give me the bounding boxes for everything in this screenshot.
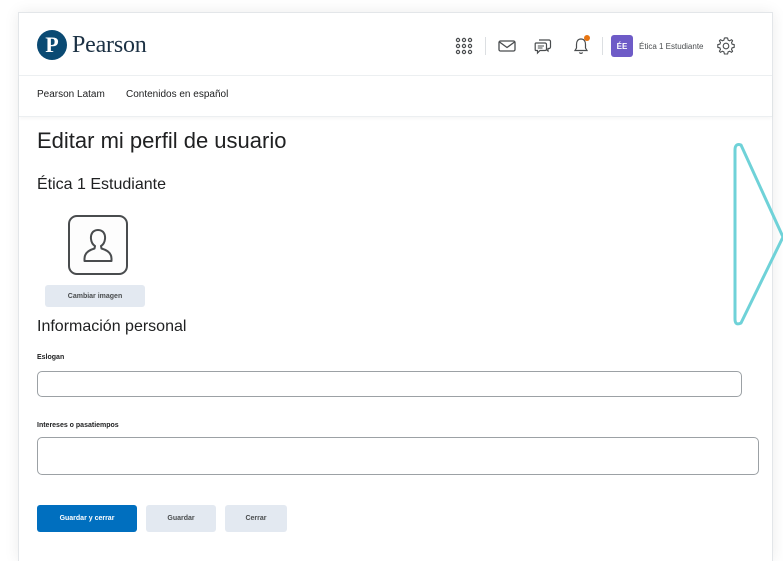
nav-item-contenidos[interactable]: Contenidos en español: [126, 89, 228, 100]
user-heading: Ética 1 Estudiante: [37, 176, 166, 193]
mail-icon[interactable]: [494, 33, 520, 59]
app-window: P Pearson ÉE Ética 1 Estudiante Pearson …: [18, 12, 773, 561]
page-title: Editar mi perfil de usuario: [37, 128, 287, 153]
apps-grid-icon[interactable]: [451, 33, 477, 59]
interests-label: Intereses o pasatiempos: [37, 422, 119, 429]
nav-item-pearson-latam[interactable]: Pearson Latam: [37, 89, 105, 100]
top-icons: ÉE Ética 1 Estudiante: [451, 33, 739, 59]
top-bar: P Pearson ÉE Ética 1 Estudiante: [19, 13, 772, 76]
user-avatar[interactable]: ÉE: [611, 35, 633, 57]
save-and-close-button[interactable]: Guardar y cerrar: [37, 505, 137, 532]
section-title-personal-info: Información personal: [37, 318, 187, 335]
slogan-label: Eslogan: [37, 354, 65, 361]
course-nav-bar: Pearson Latam Contenidos en español: [19, 76, 772, 117]
chat-icon[interactable]: [530, 33, 556, 59]
interests-textarea[interactable]: [37, 437, 759, 475]
pearson-logo-text: Pearson: [72, 31, 147, 58]
slogan-input[interactable]: [37, 371, 742, 397]
close-button[interactable]: Cerrar: [225, 505, 287, 532]
gear-icon[interactable]: [713, 33, 739, 59]
pearson-logo-badge: P: [37, 30, 67, 60]
separator: [485, 37, 486, 55]
save-button[interactable]: Guardar: [146, 505, 216, 532]
pearson-logo[interactable]: P Pearson: [37, 30, 147, 60]
change-image-button[interactable]: Cambiar imagen: [45, 285, 145, 307]
separator: [602, 37, 603, 55]
profile-picture: [68, 215, 128, 275]
bell-icon[interactable]: [568, 33, 594, 59]
user-silhouette-icon: [83, 229, 113, 262]
notification-dot: [584, 35, 590, 41]
user-name-label[interactable]: Ética 1 Estudiante: [639, 42, 703, 51]
decorative-play-arrow-icon: [733, 143, 783, 326]
